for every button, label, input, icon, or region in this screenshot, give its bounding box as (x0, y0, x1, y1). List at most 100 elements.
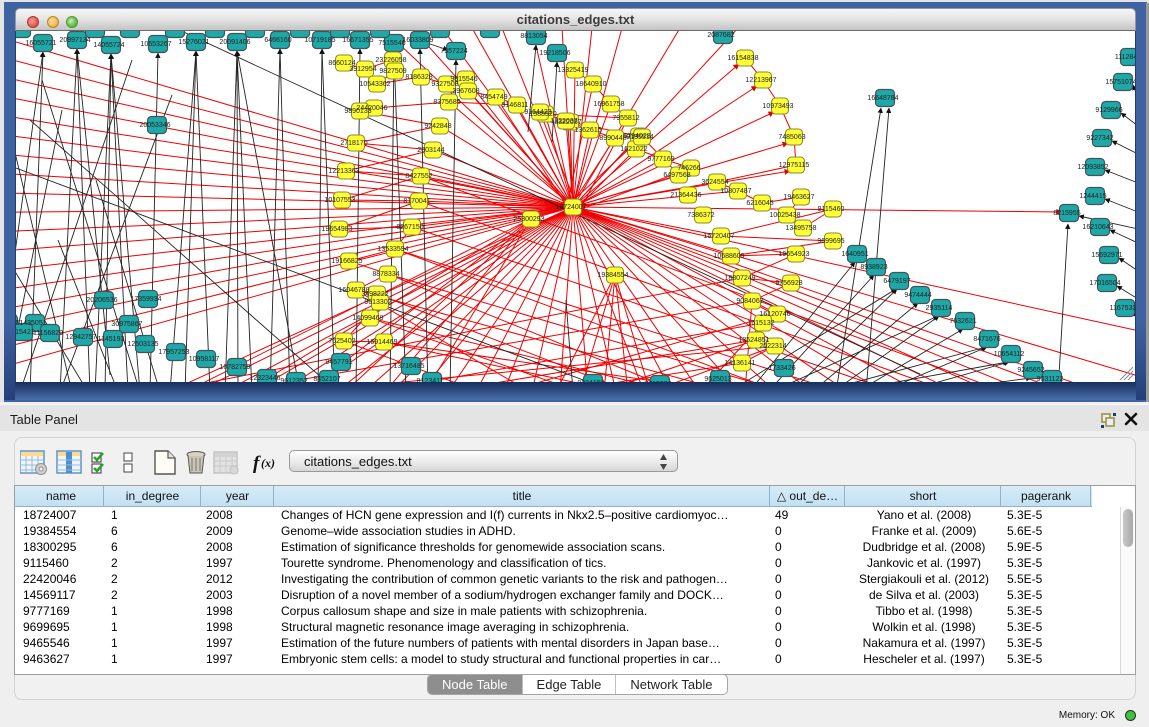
svg-text:14136141: 14136141 (724, 360, 755, 367)
svg-text:10025438: 10025438 (769, 212, 800, 219)
svg-text:9890133: 9890133 (344, 108, 371, 115)
svg-text:2718170: 2718170 (340, 140, 367, 147)
svg-text:12942757: 12942757 (65, 334, 96, 341)
svg-text:19218506: 19218506 (539, 50, 570, 57)
svg-text:23226058: 23226058 (375, 57, 406, 64)
svg-text:8938923: 8938923 (860, 264, 887, 271)
svg-text:6466160: 6466160 (264, 37, 291, 44)
svg-text:1112843: 1112843 (1115, 54, 1135, 61)
svg-text:746266: 746266 (677, 165, 700, 172)
svg-text:9164423: 9164423 (524, 109, 551, 116)
svg-text:8375685: 8375685 (433, 99, 460, 106)
svg-text:2522314: 2522314 (759, 343, 786, 350)
svg-text:13533594: 13533594 (377, 246, 408, 253)
svg-text:7955812: 7955812 (612, 115, 639, 122)
svg-text:9699695: 9699695 (817, 238, 844, 245)
svg-text:9129966: 9129966 (1095, 107, 1122, 114)
svg-text:9227342: 9227342 (1086, 135, 1113, 142)
svg-text:1362615: 1362615 (574, 127, 601, 134)
svg-text:9245652: 9245652 (1017, 367, 1044, 374)
svg-text:1621022: 1621022 (620, 146, 647, 153)
svg-text:19654983: 19654983 (321, 226, 352, 233)
svg-text:16671355: 16671355 (342, 37, 373, 44)
svg-text:9084067: 9084067 (736, 298, 763, 305)
svg-text:9827509: 9827509 (379, 68, 406, 75)
svg-text:1244415: 1244415 (1079, 193, 1106, 200)
svg-text:12213363: 12213363 (328, 168, 359, 175)
svg-text:1322037: 1322037 (550, 118, 577, 125)
svg-text:8186328: 8186328 (405, 74, 432, 81)
svg-text:3915421: 3915421 (16, 329, 35, 336)
svg-text:10973493: 10973493 (762, 103, 793, 110)
svg-text:16154838: 16154838 (727, 55, 758, 62)
svg-text:10543362: 10543362 (359, 81, 390, 88)
svg-text:17016504: 17016504 (1089, 280, 1120, 287)
svg-text:25300293: 25300293 (513, 216, 544, 223)
svg-text:21364436: 21364436 (670, 192, 701, 199)
svg-text:10688609: 10688609 (713, 253, 744, 260)
svg-text:8170041: 8170041 (403, 198, 430, 205)
svg-text:19654923: 19654923 (778, 251, 809, 258)
svg-text:16782759: 16782759 (219, 364, 250, 371)
svg-text:20997134: 20997134 (59, 37, 90, 44)
svg-text:9146811: 9146811 (502, 102, 529, 109)
svg-text:10807487: 10807487 (720, 188, 751, 195)
svg-text:9777169: 9777169 (647, 156, 674, 163)
svg-text:16210643: 16210643 (1082, 224, 1113, 231)
svg-text:6479197: 6479197 (883, 278, 910, 285)
svg-text:16055721: 16055721 (25, 40, 56, 47)
svg-text:2803144: 2803144 (417, 147, 444, 154)
svg-text:1167533: 1167533 (1110, 305, 1135, 312)
svg-text:1615132: 1615132 (747, 320, 774, 327)
svg-text:9756928: 9756928 (775, 280, 802, 287)
svg-text:3624554: 3624554 (701, 179, 728, 186)
svg-text:7625402: 7625402 (328, 338, 355, 345)
svg-text:1145193: 1145193 (98, 336, 125, 343)
svg-text:9815546: 9815546 (450, 76, 477, 83)
svg-text:10654112: 10654112 (994, 351, 1025, 358)
svg-text:17957253: 17957253 (158, 349, 189, 356)
svg-text:19463627: 19463627 (783, 194, 814, 201)
svg-text:1733426: 1733426 (768, 365, 795, 372)
svg-text:12213967: 12213967 (745, 77, 776, 84)
svg-text:9135514: 9135514 (626, 134, 653, 141)
svg-text:10653267: 10653267 (140, 41, 171, 48)
svg-text:10107553: 10107553 (324, 197, 355, 204)
svg-text:15720407: 15720407 (703, 233, 734, 240)
svg-text:13716485: 13716485 (393, 363, 424, 370)
svg-text:3912954: 3912954 (349, 66, 376, 73)
svg-text:12093852: 12093852 (1077, 164, 1108, 171)
svg-text:10719185: 10719185 (304, 37, 335, 44)
svg-text:8215955: 8215955 (1053, 210, 1080, 217)
svg-text:20206536: 20206536 (86, 297, 117, 304)
svg-text:9115460: 9115460 (818, 206, 845, 213)
svg-text:f: f (253, 453, 261, 474)
svg-text:8813054: 8813054 (520, 33, 547, 40)
svg-text:(x): (x) (261, 456, 275, 470)
svg-text:16914469: 16914469 (366, 339, 397, 346)
svg-text:1435051: 1435051 (19, 320, 46, 327)
svg-text:16961758: 16961758 (593, 101, 624, 108)
svg-text:8427552: 8427552 (405, 173, 432, 180)
svg-text:7386372: 7386372 (687, 212, 714, 219)
svg-text:30975867: 30975867 (111, 321, 142, 328)
svg-text:15751074: 15751074 (1105, 79, 1135, 86)
svg-text:11156829: 11156829 (33, 330, 63, 337)
svg-text:12503135: 12503135 (127, 341, 158, 348)
svg-text:14055724: 14055724 (93, 42, 124, 49)
svg-text:18807249: 18807249 (724, 275, 755, 282)
svg-text:12323446: 12323446 (249, 375, 280, 382)
svg-text:13325419: 13325419 (557, 67, 588, 74)
svg-text:3498222: 3498222 (361, 291, 388, 298)
svg-text:8878334: 8878334 (372, 271, 399, 278)
svg-text:16648784: 16648784 (867, 95, 898, 102)
svg-text:18724007: 18724007 (555, 204, 586, 211)
svg-text:16033809: 16033809 (402, 37, 433, 44)
svg-text:15276021: 15276021 (178, 39, 209, 46)
svg-text:8267150: 8267150 (396, 224, 423, 231)
svg-text:2087682: 2087682 (707, 32, 734, 39)
svg-text:7357224: 7357224 (440, 48, 467, 55)
svg-text:9474444: 9474444 (904, 292, 931, 299)
svg-text:1640951: 1640951 (841, 251, 868, 258)
svg-text:16120746: 16120746 (759, 311, 790, 318)
